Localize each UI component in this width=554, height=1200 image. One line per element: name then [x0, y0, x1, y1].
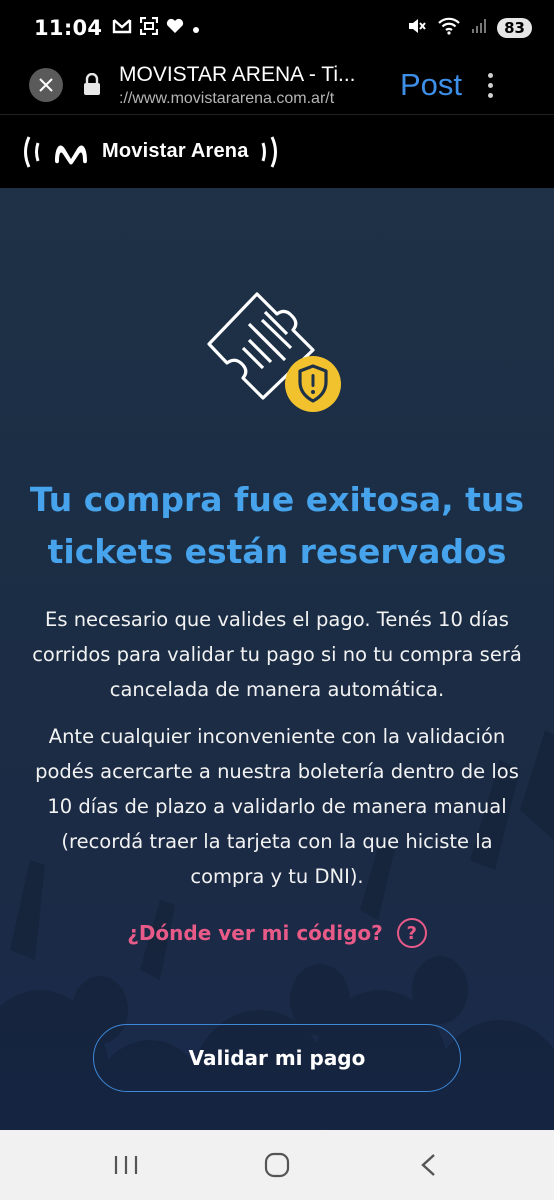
ticket-shield-icon	[207, 292, 341, 412]
page-url: ://www.movistararena.com.ar/t	[119, 89, 335, 107]
close-icon	[39, 78, 53, 92]
battery-indicator: 83	[497, 18, 532, 38]
purchase-confirmation-panel: Tu compra fue exitosa, tus tickets están…	[0, 188, 554, 1130]
dot-icon	[192, 18, 200, 39]
home-icon[interactable]	[247, 1145, 307, 1185]
success-headline: Tu compra fue exitosa, tus tickets están…	[0, 474, 554, 578]
back-icon[interactable]	[398, 1145, 458, 1185]
payment-validation-text: Es necesario que valides el pago. Tenés …	[32, 608, 522, 701]
system-icons: 83	[407, 17, 532, 39]
movistar-m-icon	[55, 144, 87, 164]
status-bar: 11:04 83	[0, 0, 554, 56]
screenshot-icon	[140, 16, 159, 40]
logo-right-brackets-icon	[261, 135, 277, 168]
code-link-label: ¿Dónde ver mi código?	[127, 921, 383, 945]
where-to-see-code-link[interactable]: ¿Dónde ver mi código? ?	[0, 918, 554, 948]
site-header: Movistar Arena	[0, 114, 554, 188]
lock-icon[interactable]	[81, 71, 103, 99]
help-icon: ?	[396, 918, 427, 948]
headline-line-1: Tu compra fue exitosa, tus	[29, 480, 525, 519]
wifi-icon	[437, 17, 461, 39]
logo-left-brackets-icon	[24, 135, 40, 168]
headline-line-2: tickets están reservados	[47, 532, 507, 571]
system-navigation-bar	[0, 1130, 554, 1200]
post-button[interactable]: Post	[400, 67, 462, 103]
heart-icon	[166, 18, 184, 39]
mute-icon	[407, 17, 427, 39]
recent-apps-icon[interactable]	[96, 1145, 156, 1185]
more-options-icon[interactable]	[488, 72, 494, 98]
signal-icon	[471, 18, 487, 38]
status-time: 11:04	[34, 16, 103, 40]
page-title: MOVISTAR ARENA - Ti...	[119, 62, 356, 86]
box-office-instructions-text: Ante cualquier inconveniente con la vali…	[35, 725, 519, 888]
movistar-arena-logo[interactable]: Movistar Arena	[22, 135, 279, 169]
validate-payment-button[interactable]: Validar mi pago	[93, 1024, 461, 1092]
address-bar[interactable]: MOVISTAR ARENA - Ti... ://www.movistarar…	[119, 63, 385, 108]
notification-icons	[112, 16, 200, 40]
brand-name: Movistar Arena	[102, 140, 249, 162]
browser-toolbar: MOVISTAR ARENA - Ti... ://www.movistarar…	[0, 56, 554, 114]
gmail-icon	[112, 18, 132, 39]
close-tab-button[interactable]	[29, 68, 63, 102]
